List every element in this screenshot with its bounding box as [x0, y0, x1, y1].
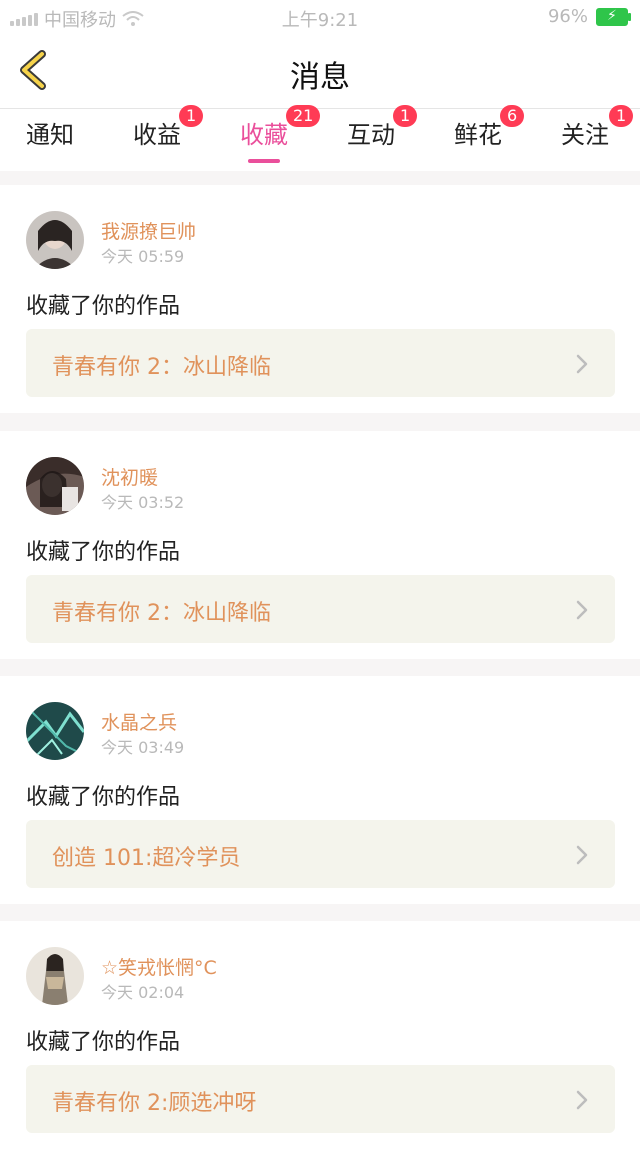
active-tab-indicator — [248, 159, 280, 163]
nav-bar: 消息 — [0, 34, 640, 109]
action-text: 收藏了你的作品 — [26, 294, 181, 319]
user-name[interactable]: 我源撩巨帅 — [101, 217, 196, 244]
work-link[interactable]: 青春有你 2：冰山降临 — [26, 329, 615, 397]
user-name[interactable]: ☆笑戎怅惘°C — [101, 953, 217, 980]
chevron-right-icon — [576, 1090, 588, 1110]
avatar[interactable] — [26, 702, 84, 760]
work-title: 青春有你 2：冰山降临 — [52, 355, 271, 380]
work-title: 青春有你 2:顾选冲呀 — [52, 1091, 257, 1116]
list-item: ☆笑戎怅惘°C 今天 02:04 收藏了你的作品 青春有你 2:顾选冲呀 — [0, 921, 640, 1149]
tab-badge: 1 — [179, 105, 204, 127]
tab-label: 互动 — [347, 121, 395, 149]
tab-badge: 21 — [286, 105, 321, 127]
work-link[interactable]: 青春有你 2:顾选冲呀 — [26, 1065, 615, 1133]
timestamp: 今天 02:04 — [101, 983, 185, 1002]
tab-notify[interactable]: 通知 — [26, 115, 74, 163]
list-item: 我源撩巨帅 今天 05:59 收藏了你的作品 青春有你 2：冰山降临 — [0, 185, 640, 413]
status-time: 上午9:21 — [281, 10, 359, 31]
tab-badge: 1 — [393, 105, 418, 127]
work-title: 青春有你 2：冰山降临 — [52, 601, 271, 626]
battery-icon: ⚡ — [596, 7, 631, 26]
timestamp: 今天 05:59 — [101, 247, 185, 266]
chevron-right-icon — [576, 354, 588, 374]
tab-flowers[interactable]: 鲜花 6 — [454, 105, 525, 163]
work-link[interactable]: 青春有你 2：冰山降临 — [26, 575, 615, 643]
tab-label: 关注 — [561, 121, 609, 149]
tab-label: 通知 — [26, 121, 74, 149]
chevron-right-icon — [576, 600, 588, 620]
page-title: 消息 — [290, 60, 350, 95]
battery-percent: 96% — [547, 6, 588, 27]
action-text: 收藏了你的作品 — [26, 540, 181, 565]
tab-label: 收益 — [133, 121, 181, 149]
status-bar: 中国移动 上午9:21 96% ⚡ — [0, 0, 640, 34]
tab-label: 收藏 — [240, 121, 288, 149]
work-title: 创造 101:超冷学员 — [52, 846, 241, 871]
action-text: 收藏了你的作品 — [26, 1030, 181, 1055]
action-text: 收藏了你的作品 — [26, 785, 181, 810]
avatar[interactable] — [26, 947, 84, 1005]
avatar[interactable] — [26, 457, 84, 515]
tab-interaction[interactable]: 互动 1 — [347, 105, 418, 163]
list-item: 沈初暖 今天 03:52 收藏了你的作品 青春有你 2：冰山降临 — [0, 431, 640, 659]
tab-bar: 通知 收益 1 收藏 21 互动 1 鲜花 6 关注 1 — [0, 105, 640, 171]
tab-earnings[interactable]: 收益 1 — [133, 105, 204, 163]
timestamp: 今天 03:52 — [101, 493, 185, 512]
user-name[interactable]: 沈初暖 — [101, 463, 158, 490]
tab-label: 鲜花 — [454, 121, 502, 149]
tab-badge: 6 — [500, 105, 525, 127]
tab-follow[interactable]: 关注 1 — [561, 105, 634, 163]
user-name[interactable]: 水晶之兵 — [101, 708, 177, 735]
avatar[interactable] — [26, 211, 84, 269]
chevron-right-icon — [576, 845, 588, 865]
timestamp: 今天 03:49 — [101, 738, 185, 757]
list-item: 水晶之兵 今天 03:49 收藏了你的作品 创造 101:超冷学员 — [0, 676, 640, 904]
tab-badge: 1 — [609, 105, 634, 127]
tab-favorites[interactable]: 收藏 21 — [240, 105, 321, 163]
work-link[interactable]: 创造 101:超冷学员 — [26, 820, 615, 888]
